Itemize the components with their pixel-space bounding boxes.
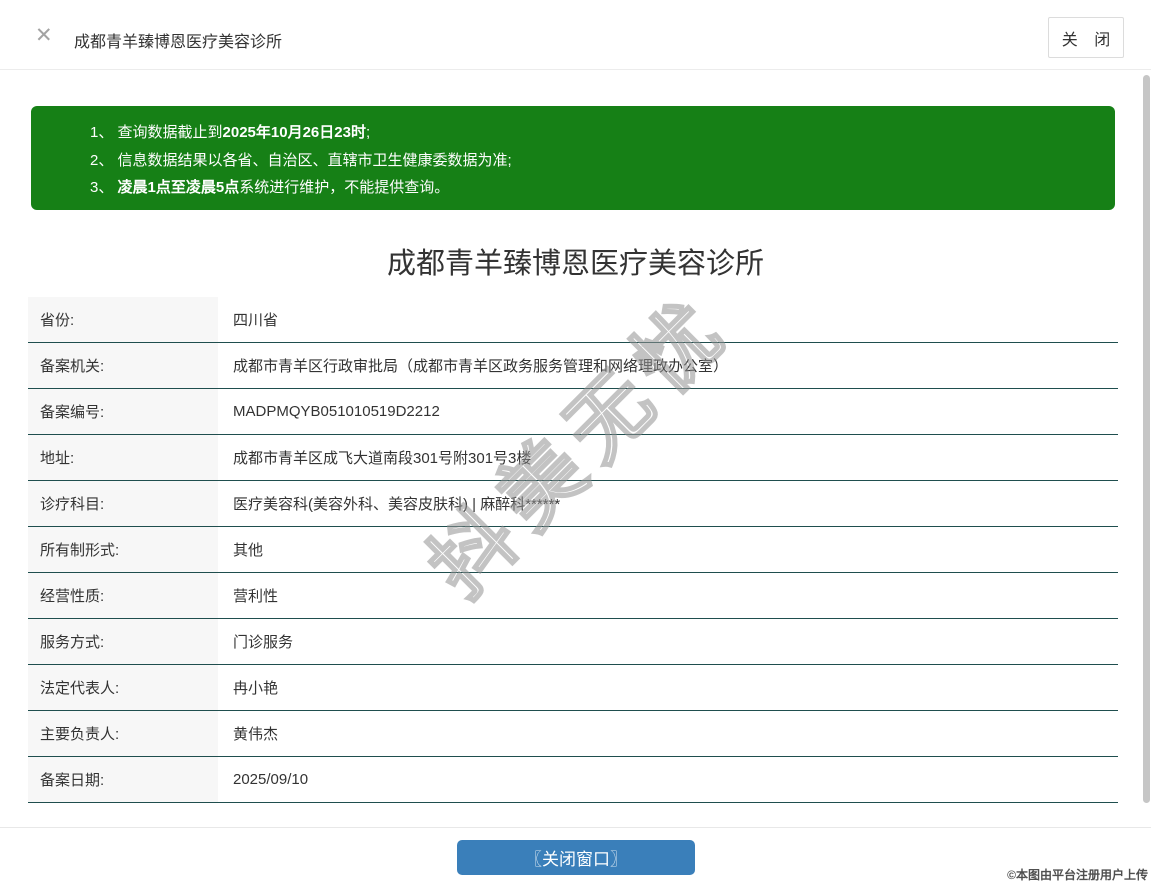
notice-line: 2、 信息数据结果以各省、自治区、直辖市卫生健康委数据为准;: [90, 151, 512, 169]
row-value: 医疗美容科(美容外科、美容皮肤科) | 麻醉科******: [233, 496, 561, 513]
row-value: 黄伟杰: [233, 726, 279, 743]
row-label: 备案机关:: [28, 343, 218, 388]
row-value: 冉小艳: [233, 680, 279, 697]
row-label: 备案日期:: [28, 757, 218, 802]
table-row: 备案日期: 2025/09/10: [28, 757, 1118, 803]
row-label: 备案编号:: [28, 389, 218, 434]
close-window-button[interactable]: 〖关闭窗口〗: [457, 840, 695, 875]
table-row: 法定代表人: 冉小艳: [28, 665, 1118, 711]
notice-list: 1、 查询数据截止到2025年10月26日23时; 2、 信息数据结果以各省、自治…: [31, 119, 1115, 202]
row-label: 诊疗科目:: [28, 481, 218, 526]
row-value: 其他: [233, 542, 264, 559]
table-row: 服务方式: 门诊服务: [28, 619, 1118, 665]
copyright-watermark: ©本图由平台注册用户上传: [1007, 868, 1148, 882]
row-value: MADPMQYB051010519D2212: [233, 403, 440, 420]
table-row: 所有制形式: 其他: [28, 527, 1118, 573]
row-value: 成都市青羊区成飞大道南段301号附301号3楼: [233, 450, 532, 467]
row-label: 省份:: [28, 297, 218, 342]
row-value: 门诊服务: [233, 634, 294, 651]
row-value: 成都市青羊区行政审批局（成都市青羊区政务服务管理和网络理政办公室）: [233, 358, 729, 375]
notice-box: 1、 查询数据截止到2025年10月26日23时; 2、 信息数据结果以各省、自治…: [31, 106, 1115, 210]
close-x-icon[interactable]: ✕: [35, 25, 53, 46]
table-row: 地址: 成都市青羊区成飞大道南段301号附301号3楼: [28, 435, 1118, 481]
row-label: 法定代表人:: [28, 665, 218, 710]
row-label: 主要负责人:: [28, 711, 218, 756]
table-row: 经营性质: 营利性: [28, 573, 1118, 619]
notice-line: 3、 凌晨1点至凌晨5点系统进行维护，不能提供查询。: [90, 179, 450, 196]
table-row: 主要负责人: 黄伟杰: [28, 711, 1118, 757]
table-row: 省份: 四川省: [28, 297, 1118, 343]
row-label: 经营性质:: [28, 573, 218, 618]
notice-line: 1、 查询数据截止到2025年10月26日23时;: [90, 124, 371, 141]
header-bar: ✕ 成都青羊臻博恩医疗美容诊所 关 闭: [0, 0, 1151, 70]
table-row: 诊疗科目: 医疗美容科(美容外科、美容皮肤科) | 麻醉科******: [28, 481, 1118, 527]
vertical-scrollbar-thumb[interactable]: [1143, 75, 1150, 803]
info-table: 省份: 四川省 备案机关: 成都市青羊区行政审批局（成都市青羊区政务服务管理和网络理政…: [28, 297, 1118, 803]
bottom-divider: [0, 827, 1151, 828]
header-title: 成都青羊臻博恩医疗美容诊所: [74, 34, 283, 51]
page-title: 成都青羊臻博恩医疗美容诊所: [386, 248, 764, 280]
close-button[interactable]: 关 闭: [1048, 17, 1124, 58]
row-value: 四川省: [233, 312, 279, 329]
table-row: 备案编号: MADPMQYB051010519D2212: [28, 389, 1118, 435]
table-row: 备案机关: 成都市青羊区行政审批局（成都市青羊区政务服务管理和网络理政办公室）: [28, 343, 1118, 389]
row-label: 地址:: [28, 435, 218, 480]
row-value: 2025/09/10: [233, 771, 309, 788]
row-label: 服务方式:: [28, 619, 218, 664]
row-value: 营利性: [233, 588, 279, 605]
row-label: 所有制形式:: [28, 527, 218, 572]
